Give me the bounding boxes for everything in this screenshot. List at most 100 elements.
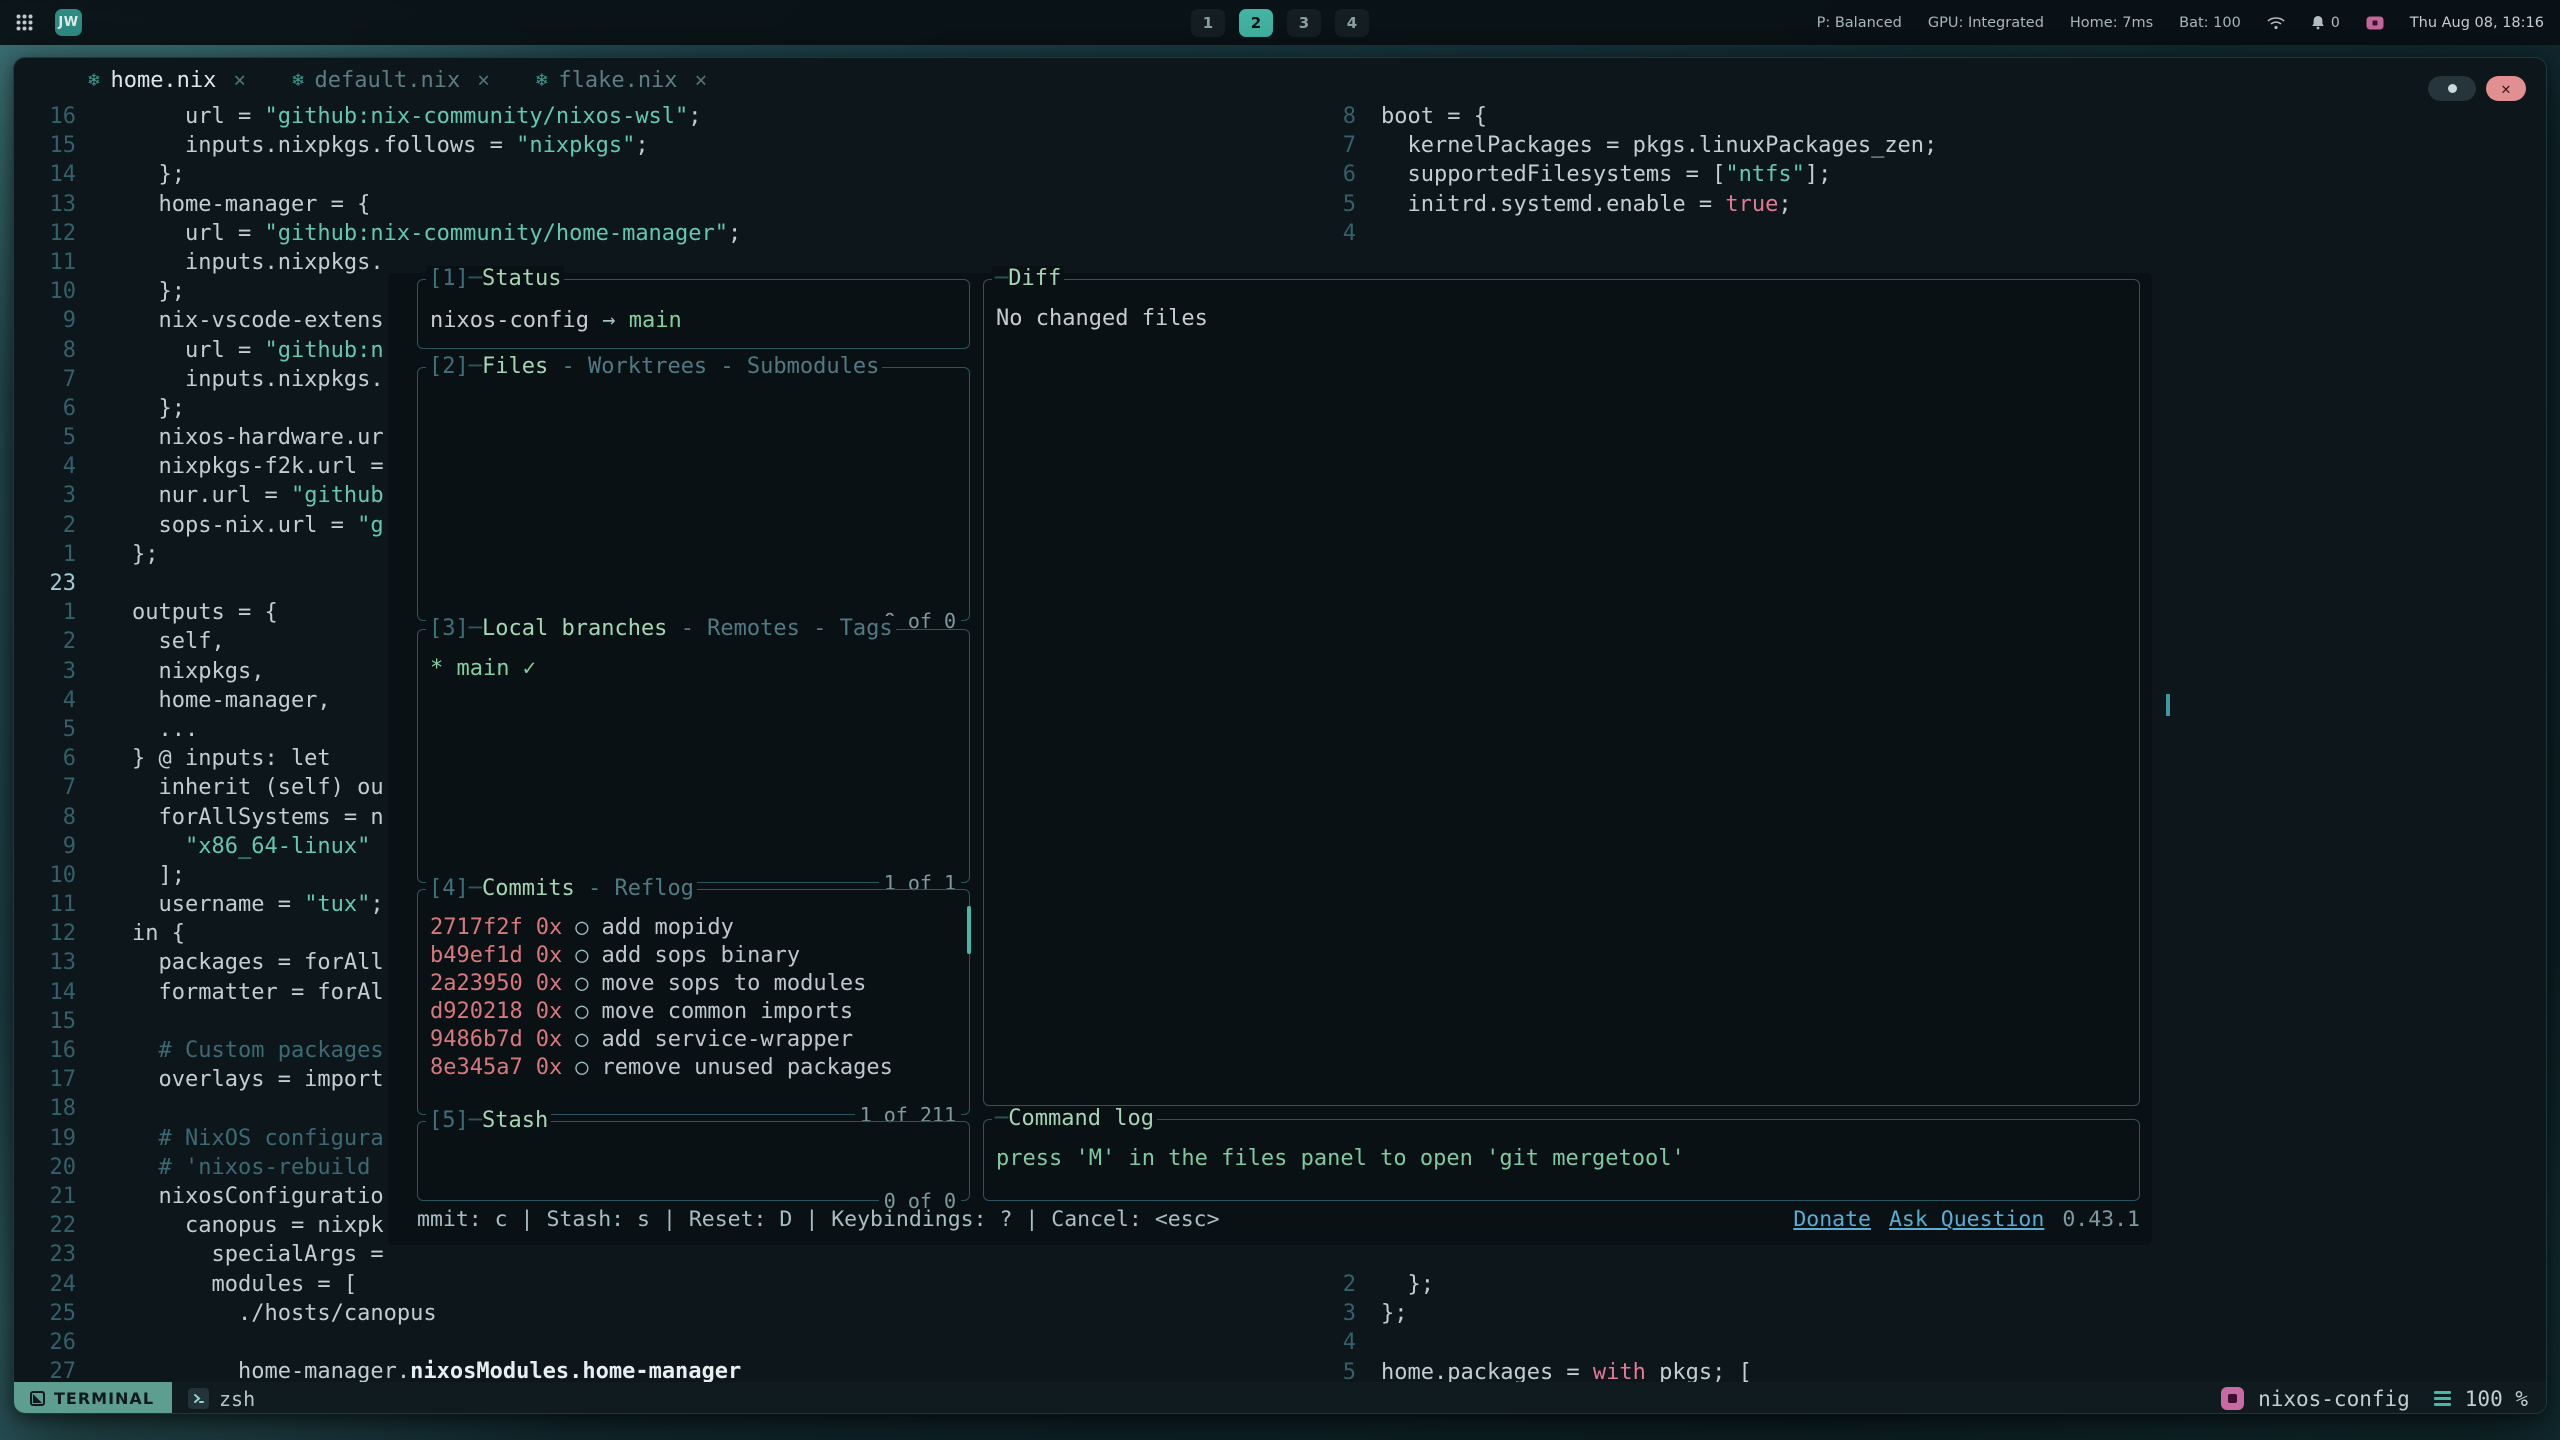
code-text: packages = forAll: [76, 948, 384, 977]
branch-item[interactable]: * main ✓: [430, 656, 536, 681]
tab-home-nix[interactable]: ❄ home.nix ×: [88, 68, 246, 93]
line-number: 3: [14, 657, 76, 686]
line-number: 10: [14, 277, 76, 306]
code-text: nixpkgs,: [76, 657, 264, 686]
line-number: 1: [14, 598, 76, 627]
command-log-content: press 'M' in the files panel to open 'gi…: [984, 1120, 2139, 1171]
tab-close-icon[interactable]: ×: [477, 68, 490, 92]
line-number: 14: [14, 160, 76, 189]
code-line[interactable]: 13 home-manager = {: [14, 190, 1332, 219]
commit-node: ○: [575, 942, 588, 970]
nix-snowflake-icon: ❄: [536, 69, 547, 91]
line-number: 23: [14, 1240, 76, 1269]
commit-hash: 2a23950: [430, 970, 523, 998]
commit-msg: remove unused packages: [601, 1054, 892, 1082]
window-close-button[interactable]: ✕: [2486, 76, 2526, 101]
lazygit-status-panel[interactable]: [1]Status nixos-config → main: [417, 279, 970, 349]
line-number: 10: [14, 861, 76, 890]
power-profile-module: P: Balanced: [1817, 15, 1902, 31]
panel-key: [2]: [429, 354, 469, 380]
code-line[interactable]: 5 initrd.systemd.enable = true;: [1332, 190, 2547, 219]
code-line[interactable]: 14 };: [14, 160, 1332, 189]
workspace-3[interactable]: 3: [1287, 9, 1321, 37]
code-text: overlays = import: [76, 1065, 384, 1094]
panel-title: Command log: [1008, 1106, 1154, 1132]
code-text: home-manager,: [76, 686, 331, 715]
lazygit-commits-panel[interactable]: [4]Commits - Reflog 2717f2f0x○add mopidy…: [417, 889, 970, 1115]
code-line[interactable]: 26: [14, 1328, 1332, 1357]
tab-flake-nix[interactable]: ❄ flake.nix ×: [536, 68, 707, 93]
commit-row[interactable]: 2717f2f0x○add mopidy: [430, 914, 957, 942]
line-number: 7: [14, 773, 76, 802]
code-text: formatter = forAl: [76, 978, 384, 1007]
panel-title: Files: [482, 354, 548, 380]
commit-row[interactable]: 8e345a70x○remove unused packages: [430, 1054, 957, 1082]
code-line[interactable]: 2 };: [1332, 1270, 2547, 1299]
code-text: inputs.nixpkgs.follows = "nixpkgs";: [76, 131, 649, 160]
code-text: [1356, 219, 1381, 248]
code-line[interactable]: 25 ./hosts/canopus: [14, 1299, 1332, 1328]
tab-close-icon[interactable]: ×: [695, 68, 708, 92]
shell-prompt-icon: [188, 1388, 209, 1409]
workspace-2[interactable]: 2: [1239, 9, 1273, 37]
code-line[interactable]: 6 supportedFilesystems = ["ntfs"];: [1332, 160, 2547, 189]
tab-close-icon[interactable]: ×: [233, 68, 246, 92]
code-line[interactable]: 24 modules = [: [14, 1270, 1332, 1299]
code-text: };: [76, 540, 159, 569]
code-text: ...: [76, 715, 198, 744]
code-line[interactable]: 8boot = {: [1332, 102, 2547, 131]
donate-link[interactable]: Donate: [1793, 1207, 1871, 1232]
lazygit-command-log-panel[interactable]: Command log press 'M' in the files panel…: [983, 1119, 2140, 1201]
code-line[interactable]: 4: [1332, 219, 2547, 248]
code-line[interactable]: 7 kernelPackages = pkgs.linuxPackages_ze…: [1332, 131, 2547, 160]
border-dash: [469, 616, 482, 642]
lazygit-files-panel[interactable]: [2]Files - Worktrees - Submodules 0 of 0: [417, 367, 970, 621]
gpu-module: GPU: Integrated: [1928, 15, 2044, 31]
panel-subtitle: [575, 876, 588, 902]
window-pin-button[interactable]: [2428, 76, 2476, 101]
commit-row[interactable]: d9202180x○move common imports: [430, 998, 957, 1026]
editor-pane-right-top[interactable]: 8boot = {7 kernelPackages = pkgs.linuxPa…: [1332, 102, 2547, 248]
commit-hash: 2717f2f: [430, 914, 523, 942]
scroll-percent: 100 %: [2465, 1387, 2528, 1411]
commit-row[interactable]: 2a239500x○move sops to modules: [430, 970, 957, 998]
line-number: 11: [14, 890, 76, 919]
line-number: 3: [1332, 1299, 1356, 1328]
lazygit-diff-panel[interactable]: Diff No changed files: [983, 279, 2140, 1106]
panel-subtitle: - Reflog: [588, 876, 694, 902]
line-number: 20: [14, 1153, 76, 1182]
workspace-4[interactable]: 4: [1335, 9, 1369, 37]
shell-segment[interactable]: zsh: [188, 1387, 255, 1411]
line-number: 12: [14, 219, 76, 248]
code-line[interactable]: 12 url = "github:nix-community/home-mana…: [14, 219, 1332, 248]
code-line[interactable]: 15 inputs.nixpkgs.follows = "nixpkgs";: [14, 131, 1332, 160]
code-line[interactable]: 16 url = "github:nix-community/nixos-wsl…: [14, 102, 1332, 131]
workspace-switcher: 1 2 3 4: [1191, 0, 1369, 45]
commits-scrollbar[interactable]: [967, 906, 971, 954]
code-text: [76, 1094, 132, 1123]
code-text: initrd.systemd.enable = true;: [1356, 190, 1792, 219]
code-text: };: [76, 160, 185, 189]
lazygit-stash-panel[interactable]: [5]Stash 0 of 0: [417, 1121, 970, 1201]
code-line[interactable]: 4: [1332, 1328, 2547, 1357]
commit-row[interactable]: 9486b7d0x○add service-wrapper: [430, 1026, 957, 1054]
commit-row[interactable]: b49ef1d0x○add sops binary: [430, 942, 957, 970]
tab-default-nix[interactable]: ❄ default.nix ×: [292, 68, 490, 93]
editor-pane-right-bottom[interactable]: 2 };3};45home.packages = with pkgs; [: [1332, 1270, 2547, 1387]
ask-question-link[interactable]: Ask Question: [1889, 1207, 2044, 1232]
code-text: # NixOS configura: [76, 1124, 384, 1153]
code-text: # 'nixos-rebuild: [76, 1153, 370, 1182]
lazygit-popup: [1]Status nixos-config → main [2]Files -…: [388, 273, 2152, 1245]
workspace-1[interactable]: 1: [1191, 9, 1225, 37]
editor-scrollbar[interactable]: [2166, 694, 2170, 716]
code-text: [1356, 1328, 1381, 1357]
lazygit-branches-panel[interactable]: [3]Local branches - Remotes - Tags * mai…: [417, 629, 970, 883]
border-dash: [469, 266, 482, 292]
top-bar: JW 1 2 3 4 P: Balanced GPU: Integrated H…: [0, 0, 2560, 45]
code-text: boot = {: [1356, 102, 1487, 131]
notification-count: 0: [2331, 15, 2340, 31]
code-line[interactable]: 3};: [1332, 1299, 2547, 1328]
line-number: 1: [14, 540, 76, 569]
apps-grid-icon[interactable]: [16, 14, 33, 31]
line-number: 4: [1332, 1328, 1356, 1357]
